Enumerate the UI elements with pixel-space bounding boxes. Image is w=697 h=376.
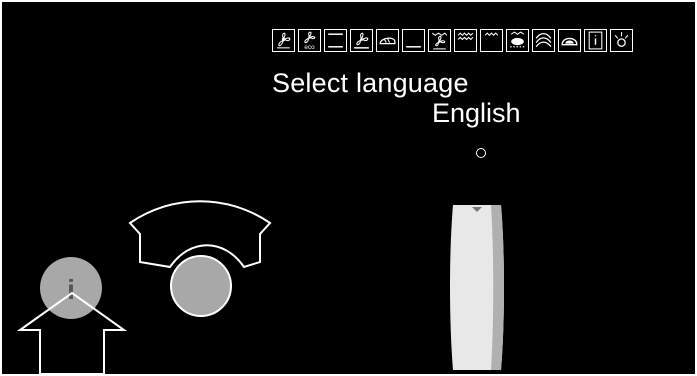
control-graphics: i <box>16 200 504 374</box>
info-label: i <box>67 274 75 305</box>
rotary-knob[interactable] <box>170 255 232 317</box>
oven-display: eco Select language English i <box>2 2 695 374</box>
